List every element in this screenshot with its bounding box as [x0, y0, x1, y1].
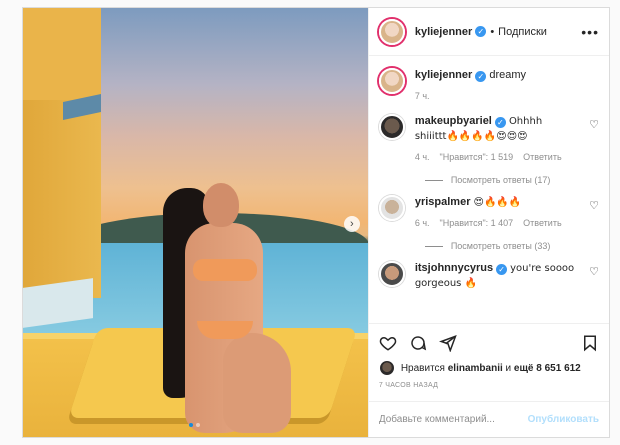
carousel-dot	[189, 423, 193, 427]
share-icon[interactable]	[438, 334, 457, 352]
caption: kyliejenner ✓ dreamy 7 ч.	[378, 68, 599, 104]
caption-text: dreamy	[489, 69, 527, 81]
heart-icon[interactable]	[379, 334, 397, 352]
separator-dot: •	[490, 25, 495, 38]
post-time[interactable]: 7 ЧАСОВ НАЗАД	[379, 382, 599, 389]
comment-icon[interactable]	[409, 334, 427, 352]
verified-icon: ✓	[496, 264, 508, 275]
yellow-wall-top	[23, 8, 101, 100]
comment-text: 😍🔥🔥🔥	[473, 197, 522, 208]
comment-input[interactable]	[378, 414, 528, 425]
comments-list: kyliejenner ✓ dreamy 7 ч. makeupbyariel ✓ …	[369, 56, 609, 323]
heart-icon[interactable]: ♡	[589, 118, 599, 131]
view-replies-button[interactable]: Посмотреть ответы (33)	[424, 241, 599, 251]
more-dots-icon[interactable]: •••	[581, 24, 599, 40]
comment-likes[interactable]: "Нравится": 1 519	[440, 150, 514, 165]
comment-likes[interactable]: "Нравится": 1 407	[440, 216, 514, 231]
comment-item: itsjohnnycyrus ✓ you're soooo gorgeous 🔥 …	[378, 261, 599, 291]
verified-icon: ✓	[475, 71, 487, 82]
caption-time: 7 ч.	[414, 91, 430, 101]
comment-item: yrispalmer 😍🔥🔥🔥 6 ч. "Нравится": 1 407 О…	[378, 195, 599, 231]
reply-button[interactable]: Ответить	[523, 216, 561, 231]
likes-summary: Нравится elinambanii и ещё 8 651 612	[378, 360, 599, 376]
comment-username[interactable]: itsjohnnycyrus	[415, 262, 493, 274]
publish-button[interactable]: Опубликовать	[528, 414, 599, 425]
likes-and: и	[505, 362, 512, 374]
post-header: kyliejenner ✓ • Подписки •••	[368, 8, 609, 56]
comment-item: makeupbyariel ✓ Ohhhh shiiittt🔥🔥🔥🔥😍😍😍 4 ч…	[378, 114, 599, 165]
avatar[interactable]	[378, 68, 405, 94]
liker-avatar[interactable]	[378, 360, 395, 376]
chevron-right-icon[interactable]: ›	[343, 216, 360, 232]
author-avatar[interactable]	[378, 18, 405, 45]
likes-count[interactable]: ещё 8 651 612	[514, 363, 581, 374]
comment-username[interactable]: makeupbyariel	[415, 115, 492, 127]
follow-status-button[interactable]: Подписки	[498, 26, 547, 38]
heart-icon[interactable]: ♡	[589, 199, 599, 212]
heart-icon[interactable]: ♡	[589, 265, 599, 278]
carousel-dot	[196, 423, 200, 427]
caption-username[interactable]: kyliejenner	[415, 69, 472, 81]
view-replies-button[interactable]: Посмотреть ответы (17)	[424, 175, 599, 185]
carousel-dots	[189, 423, 200, 427]
liker-username[interactable]: elinambanii	[448, 363, 503, 374]
add-comment-bar: Опубликовать	[368, 401, 609, 437]
comment-time: 4 ч.	[414, 152, 430, 162]
comment-time: 6 ч.	[414, 218, 430, 228]
post-modal: › kyliejenner ✓ • Подписки ••• kyliejenn…	[22, 7, 610, 438]
post-actions: Нравится elinambanii и ещё 8 651 612 7 Ч…	[368, 323, 609, 393]
reply-button[interactable]: Ответить	[523, 150, 561, 165]
comment-username[interactable]: yrispalmer	[415, 196, 471, 208]
side-panel: kyliejenner ✓ • Подписки ••• kyliejenner…	[367, 8, 609, 437]
author-username[interactable]: kyliejenner	[415, 26, 472, 38]
avatar[interactable]	[378, 114, 405, 140]
avatar[interactable]	[378, 195, 405, 221]
avatar[interactable]	[378, 261, 405, 287]
verified-icon: ✓	[494, 117, 506, 128]
verified-icon: ✓	[475, 26, 487, 37]
bookmark-icon[interactable]	[581, 334, 599, 352]
post-photo[interactable]: ›	[23, 8, 368, 437]
person	[163, 183, 293, 437]
likes-prefix: Нравится	[400, 362, 445, 374]
